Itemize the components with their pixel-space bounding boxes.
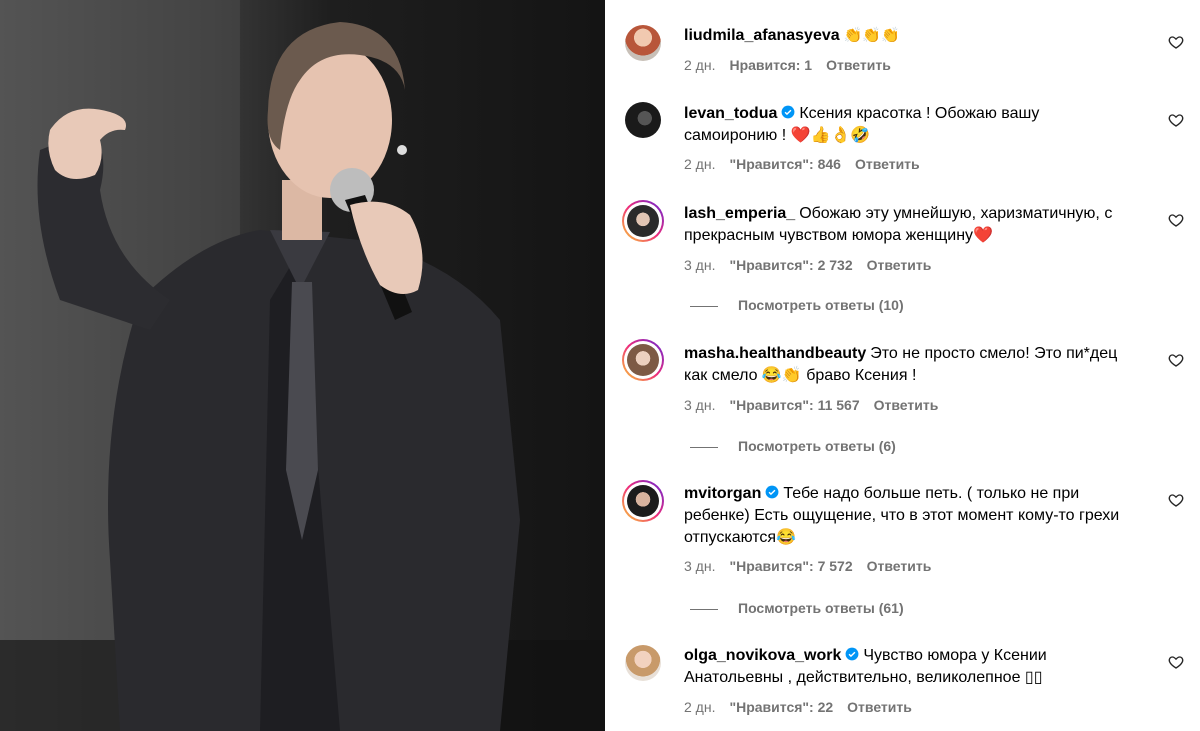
comment-time[interactable]: 3 дн.	[684, 397, 715, 413]
comment-text: liudmila_afanasyeva 👏👏👏	[684, 24, 1134, 47]
reply-button[interactable]: Ответить	[847, 699, 912, 715]
comment-time[interactable]: 2 дн.	[684, 156, 715, 172]
comments-panel[interactable]: liudmila_afanasyeva 👏👏👏 2 дн. Нравится: 1 О…	[605, 0, 1200, 731]
reply-button[interactable]: Ответить	[874, 397, 939, 413]
comment-likes[interactable]: "Нравится": 2 732	[729, 257, 852, 273]
comment-text: olga_novikova_work Чувство юмора у Ксении…	[684, 645, 1134, 689]
replies-divider	[690, 305, 718, 307]
comment-username[interactable]: liudmila_afanasyeva	[684, 27, 840, 44]
heart-outline-icon[interactable]	[1168, 492, 1184, 508]
comment-meta: 3 дн. "Нравится": 7 572 Ответить	[684, 558, 931, 574]
comment-likes[interactable]: "Нравится": 22	[729, 699, 833, 715]
reply-button[interactable]: Ответить	[855, 156, 920, 172]
comment-text: levan_todua Ксения красотка ! Обожаю вашу…	[684, 103, 1134, 147]
reply-button[interactable]: Ответить	[867, 257, 932, 273]
instagram-post-view: liudmila_afanasyeva 👏👏👏 2 дн. Нравится: 1 О…	[0, 0, 1200, 731]
comment-username[interactable]: masha.healthandbeauty	[684, 345, 866, 362]
avatar[interactable]	[625, 102, 661, 138]
view-replies-button[interactable]: Посмотреть ответы (10)	[690, 297, 904, 313]
comment-meta: 2 дн. "Нравится": 22 Ответить	[684, 699, 912, 715]
comment-meta: 3 дн. "Нравится": 11 567 Ответить	[684, 397, 938, 413]
comment-username[interactable]: levan_todua	[684, 105, 777, 122]
comment-meta: 3 дн. "Нравится": 2 732 Ответить	[684, 257, 931, 273]
replies-divider	[690, 446, 718, 448]
heart-outline-icon[interactable]	[1168, 112, 1184, 128]
comment-meta: 2 дн. Нравится: 1 Ответить	[684, 57, 891, 73]
view-replies-label[interactable]: Посмотреть ответы (10)	[738, 297, 904, 313]
performer-illustration	[0, 0, 605, 731]
comment-time[interactable]: 3 дн.	[684, 257, 715, 273]
comment-text: lash_emperia_ Обожаю эту умнейшую, харизм…	[684, 203, 1134, 247]
comment-time[interactable]: 2 дн.	[684, 699, 715, 715]
avatar[interactable]	[625, 25, 661, 61]
comment-likes[interactable]: "Нравится": 846	[729, 156, 840, 172]
comment-time[interactable]: 3 дн.	[684, 558, 715, 574]
verified-badge-icon	[765, 485, 779, 499]
post-photo	[0, 0, 605, 731]
comment-username[interactable]: mvitorgan	[684, 485, 761, 502]
reply-button[interactable]: Ответить	[826, 57, 891, 73]
avatar[interactable]	[622, 339, 664, 381]
avatar[interactable]	[622, 200, 664, 242]
comment-likes[interactable]: Нравится: 1	[729, 57, 812, 73]
comment-time[interactable]: 2 дн.	[684, 57, 715, 73]
comment-text: mvitorgan Тебе надо больше петь. ( только…	[684, 483, 1134, 549]
view-replies-button[interactable]: Посмотреть ответы (6)	[690, 438, 896, 454]
reply-button[interactable]: Ответить	[867, 558, 932, 574]
view-replies-label[interactable]: Посмотреть ответы (61)	[738, 600, 904, 616]
comment-username[interactable]: lash_emperia_	[684, 205, 795, 222]
comment-meta: 2 дн. "Нравится": 846 Ответить	[684, 156, 920, 172]
comment-username[interactable]: olga_novikova_work	[684, 647, 841, 664]
comment-likes[interactable]: "Нравится": 11 567	[729, 397, 859, 413]
heart-outline-icon[interactable]	[1168, 654, 1184, 670]
view-replies-button[interactable]: Посмотреть ответы (61)	[690, 600, 904, 616]
replies-divider	[690, 608, 718, 610]
avatar[interactable]	[625, 645, 661, 681]
view-replies-label[interactable]: Посмотреть ответы (6)	[738, 438, 896, 454]
avatar[interactable]	[622, 480, 664, 522]
comment-likes[interactable]: "Нравится": 7 572	[729, 558, 852, 574]
heart-outline-icon[interactable]	[1168, 352, 1184, 368]
comment-text: masha.healthandbeauty Это не просто смело…	[684, 343, 1134, 387]
heart-outline-icon[interactable]	[1168, 34, 1184, 50]
verified-badge-icon	[845, 647, 859, 661]
comment-body: 👏👏👏	[843, 26, 900, 44]
verified-badge-icon	[781, 105, 795, 119]
heart-outline-icon[interactable]	[1168, 212, 1184, 228]
